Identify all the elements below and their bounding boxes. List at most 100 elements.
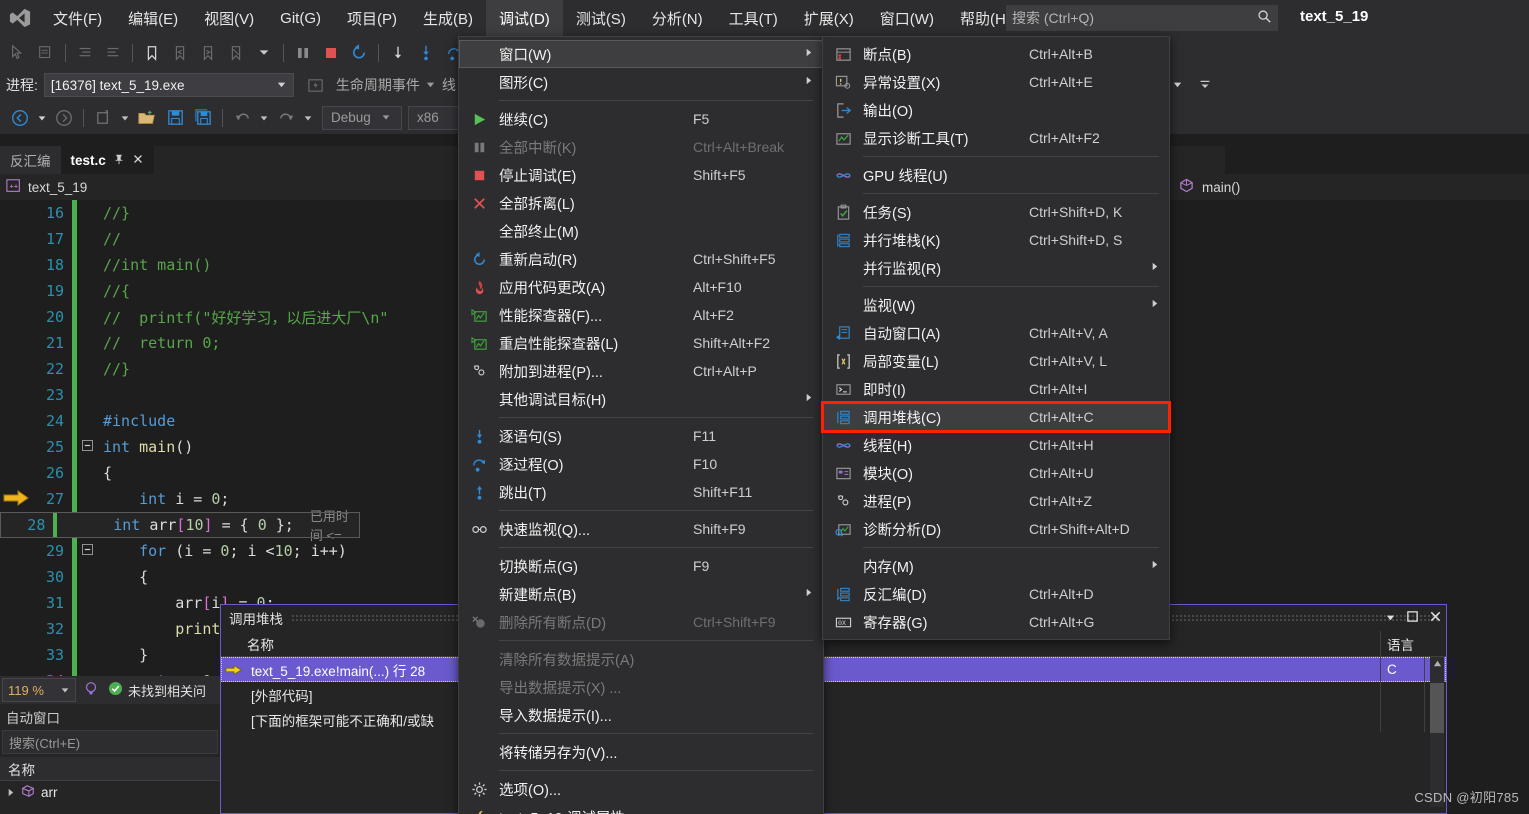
menu-item-22[interactable]: 新建断点(B)	[459, 580, 823, 608]
fold-toggle-icon[interactable]	[77, 440, 97, 454]
solution-configuration-dropdown[interactable]: Debug	[322, 105, 402, 130]
menu-item-7[interactable]: 全部终止(M)	[459, 217, 823, 245]
scroll-up-arrow-icon[interactable]	[1430, 657, 1444, 669]
code-line-25[interactable]: 25 int main()	[0, 434, 388, 460]
menu-item-5[interactable]: 停止调试(E) Shift+F5	[459, 161, 823, 189]
save-icon[interactable]	[161, 104, 189, 132]
menu-item-8[interactable]: 重新启动(R) Ctrl+Shift+F5	[459, 245, 823, 273]
menu-item-5[interactable]: GPU 线程(U)	[823, 161, 1169, 189]
breadcrumb-member[interactable]: main()	[1202, 180, 1240, 195]
fold-toggle-icon[interactable]	[77, 544, 97, 558]
step-into-icon[interactable]	[412, 39, 440, 67]
config-chevron-down-icon[interactable]	[381, 110, 391, 125]
zoom-level-dropdown[interactable]: 119 %	[2, 678, 76, 702]
menu-item-3[interactable]: 继续(C) F5	[459, 105, 823, 133]
intellicode-icon[interactable]	[82, 680, 100, 701]
code-line-29[interactable]: 29 for (i = 0; i <10; i++)	[0, 538, 388, 564]
menu-item-12[interactable]: 自动窗口(A) Ctrl+Alt+V, A	[823, 319, 1169, 347]
error-status[interactable]: 未找到相关问	[108, 681, 206, 700]
menu-item-1[interactable]: 异常设置(X) Ctrl+Alt+E	[823, 68, 1169, 96]
menu-8[interactable]: 分析(N)	[639, 0, 716, 36]
debug-window-submenu[interactable]: 断点(B) Ctrl+Alt+B 异常设置(X) Ctrl+Alt+E 输出(O) 显示诊…	[821, 36, 1171, 640]
lifecycle-chevron-down-icon[interactable]	[425, 77, 436, 93]
call-stack-column-language[interactable]: 语言	[1381, 631, 1425, 657]
call-stack-row[interactable]: text_5_19.exe!main(...) 行 28 C	[221, 657, 1446, 682]
menu-item-15[interactable]: 调用堆栈(C) Ctrl+Alt+C	[821, 401, 1171, 433]
menu-item-29[interactable]: 将转储另存为(V)...	[459, 738, 823, 766]
menu-item-2[interactable]: 输出(O)	[823, 96, 1169, 124]
menu-item-12[interactable]: 附加到进程(P)... Ctrl+Alt+P	[459, 357, 823, 385]
menu-item-19[interactable]: 诊断分析(D) Ctrl+Shift+Alt+D	[823, 515, 1169, 543]
menu-item-21[interactable]: 切换断点(G) F9	[459, 552, 823, 580]
menu-10[interactable]: 扩展(X)	[791, 0, 867, 36]
code-line-28[interactable]: 28 int arr[10] = { 0 }; 已用时间 <=	[0, 509, 360, 543]
toolbar-overflow-2-icon[interactable]	[1198, 77, 1212, 94]
menu-item-16[interactable]: 逐过程(O) F10	[459, 450, 823, 478]
menu-item-13[interactable]: 其他调试目标(H)	[459, 385, 823, 413]
comment-icon[interactable]	[32, 39, 60, 67]
menu-item-23[interactable]: 0X 寄存器(G) Ctrl+Alt+G	[823, 608, 1169, 636]
save-all-icon[interactable]	[189, 104, 217, 132]
menu-item-0[interactable]: 断点(B) Ctrl+Alt+B	[823, 40, 1169, 68]
menu-item-19[interactable]: 快速监视(Q)... Shift+F9	[459, 515, 823, 543]
stop-debugging-icon[interactable]	[317, 39, 345, 67]
close-icon[interactable]	[132, 153, 144, 168]
menu-item-15[interactable]: 逐语句(S) F11	[459, 422, 823, 450]
menu-item-9[interactable]: 应用代码更改(A) Alt+F10	[459, 273, 823, 301]
break-all-icon[interactable]	[289, 39, 317, 67]
code-line-20[interactable]: 20 // printf("好好学习，以后进大厂\n"	[0, 304, 388, 330]
code-line-30[interactable]: 30 {	[0, 564, 388, 590]
pointer-icon[interactable]	[4, 39, 32, 67]
code-line-24[interactable]: 24 #include	[0, 408, 388, 434]
open-file-icon[interactable]	[133, 104, 161, 132]
navigate-backward-icon[interactable]	[6, 104, 34, 132]
menu-5[interactable]: 生成(B)	[410, 0, 486, 36]
menu-item-18[interactable]: 进程(P) Ctrl+Alt+Z	[823, 487, 1169, 515]
next-bookmark-icon[interactable]	[194, 39, 222, 67]
menu-item-6[interactable]: 全部拆离(L)	[459, 189, 823, 217]
menu-item-13[interactable]: 局部变量(L) Ctrl+Alt+V, L	[823, 347, 1169, 375]
undo-icon[interactable]	[228, 104, 256, 132]
code-line-19[interactable]: 19 //{	[0, 278, 388, 304]
undo-chevron-icon[interactable]	[256, 104, 272, 132]
thread-chevron-down-icon[interactable]	[1172, 77, 1183, 93]
prev-bookmark-icon[interactable]	[166, 39, 194, 67]
outdent-icon[interactable]	[99, 39, 127, 67]
chevron-right-icon[interactable]	[6, 785, 15, 800]
menu-item-22[interactable]: 反汇编(D) Ctrl+Alt+D	[823, 580, 1169, 608]
tab-test-c[interactable]: test.c	[60, 146, 154, 174]
autos-window[interactable]: 自动窗口 搜索(Ctrl+E) 名称 arr	[0, 704, 220, 814]
navigate-forward-icon[interactable]	[50, 104, 78, 132]
menu-item-11[interactable]: 重启性能探查器(L) Shift+Alt+F2	[459, 329, 823, 357]
new-project-chevron-icon[interactable]	[117, 104, 133, 132]
bookmark-icon[interactable]	[138, 39, 166, 67]
search-icon[interactable]	[1257, 9, 1272, 27]
autos-row-arr[interactable]: arr	[0, 781, 220, 803]
menu-item-17[interactable]: 跳出(T) Shift+F11	[459, 478, 823, 506]
menu-item-32[interactable]: text_5_19 调试属性	[459, 803, 823, 814]
code-line-16[interactable]: 16 //}	[0, 200, 388, 226]
call-stack-row[interactable]: [外部代码]	[221, 682, 1446, 707]
process-dropdown[interactable]: [16376] text_5_19.exe	[43, 73, 294, 97]
menu-9[interactable]: 工具(T)	[716, 0, 791, 36]
restart-icon[interactable]	[345, 39, 373, 67]
lifecycle-events-icon[interactable]	[302, 71, 330, 99]
code-line-21[interactable]: 21 // return 0;	[0, 330, 388, 356]
code-line-18[interactable]: 18 //int main()	[0, 252, 388, 278]
call-stack-row[interactable]: [下面的框架可能不正确和/或缺	[221, 707, 1446, 732]
menu-7[interactable]: 测试(S)	[563, 0, 639, 36]
menu-4[interactable]: 项目(P)	[334, 0, 410, 36]
navigate-back-chevron-icon[interactable]	[34, 104, 50, 132]
call-stack-scroll-thumb[interactable]	[1430, 683, 1444, 733]
menu-item-8[interactable]: 并行堆栈(K) Ctrl+Shift+D, S	[823, 226, 1169, 254]
global-search-input[interactable]: 搜索 (Ctrl+Q)	[1006, 5, 1278, 31]
clear-bookmarks-icon[interactable]	[222, 39, 250, 67]
menu-1[interactable]: 编辑(E)	[115, 0, 191, 36]
menu-item-17[interactable]: 模块(O) Ctrl+Alt+U	[823, 459, 1169, 487]
breadcrumb-project[interactable]: text_5_19	[28, 180, 87, 195]
chevron-down-icon[interactable]	[276, 78, 287, 93]
menu-item-31[interactable]: 选项(O)...	[459, 775, 823, 803]
menu-item-10[interactable]: 性能探查器(F)... Alt+F2	[459, 301, 823, 329]
menu-item-11[interactable]: 监视(W)	[823, 291, 1169, 319]
menu-item-9[interactable]: 并行监视(R)	[823, 254, 1169, 282]
